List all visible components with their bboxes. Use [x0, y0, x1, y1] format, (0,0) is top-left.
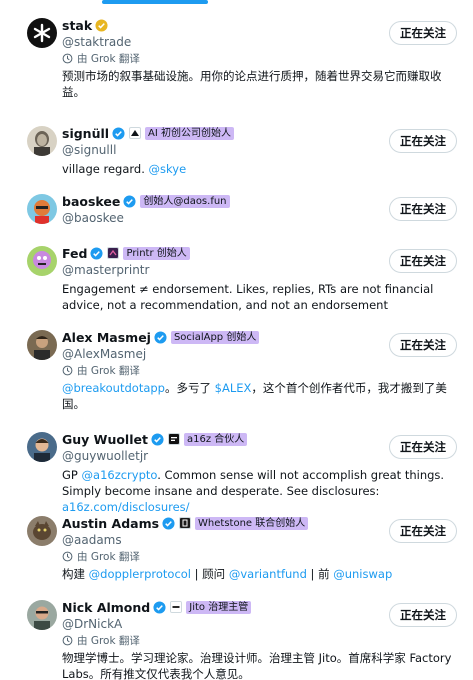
- following-list: stak @staktrade 由 Grok 翻译 预测市场的叙事基础设施。用你…: [0, 6, 473, 680]
- user-name[interactable]: Alex Masmej: [62, 330, 151, 345]
- grok-translate-note[interactable]: 由 Grok 翻译: [62, 51, 457, 66]
- active-tab-indicator: [102, 0, 208, 4]
- translate-icon: [62, 551, 73, 562]
- user-bio: 预测市场的叙事基础设施。用你的论点进行质押，随着世界交易它而赚取收益。: [62, 68, 457, 100]
- user-row-austin-adams[interactable]: Austin Adams Whetstone 联合创始人 @aadams 由 G…: [0, 504, 473, 588]
- blue-verified-icon: [162, 516, 175, 530]
- avatar[interactable]: [27, 18, 57, 48]
- user-name[interactable]: stak: [62, 18, 92, 33]
- user-row-baoskee[interactable]: baoskee 创始人@daos.fun @baoskee 正在关注: [0, 182, 473, 234]
- user-name[interactable]: Austin Adams: [62, 516, 159, 531]
- user-row-alex-masmej[interactable]: Alex Masmej SocialApp 创始人 @AlexMasmej 由 …: [0, 318, 473, 420]
- user-row-guy-wuollet[interactable]: Guy Wuollet a16z 合伙人 @guywuolletjr GP @a…: [0, 420, 473, 514]
- user-bio: 构建 @dopplerprotocol | 顾问 @variantfund | …: [62, 566, 457, 582]
- following-button[interactable]: 正在关注: [389, 333, 457, 357]
- blue-verified-icon: [123, 194, 136, 208]
- bio-text: 物理学博士。学习理论家。治理设计师。治理主管 Jito。首席科学家 Factor…: [62, 651, 452, 680]
- grok-translate-note[interactable]: 由 Grok 翻译: [62, 363, 457, 378]
- user-name[interactable]: baoskee: [62, 194, 120, 209]
- bio-cashtag-link[interactable]: $ALEX: [215, 381, 252, 395]
- affiliate-label[interactable]: 创始人@daos.fun: [140, 194, 230, 208]
- user-row-fed[interactable]: Fed Printr 创始人 @masterprintr Engagement …: [0, 234, 473, 318]
- translate-label: 由 Grok 翻译: [77, 635, 140, 647]
- affiliate-label[interactable]: SocialApp 创始人: [170, 330, 260, 344]
- bio-text: 预测市场的叙事基础设施。用你的论点进行质押，随着世界交易它而赚取收益。: [62, 69, 442, 99]
- user-bio: Engagement ≠ endorsement. Likes, replies…: [62, 281, 457, 313]
- following-button[interactable]: 正在关注: [389, 435, 457, 459]
- following-button[interactable]: 正在关注: [389, 21, 457, 45]
- blue-verified-icon: [154, 330, 167, 344]
- affiliate-label[interactable]: a16z 合伙人: [183, 432, 248, 446]
- user-name[interactable]: Nick Almond: [62, 600, 150, 615]
- bio-mention-link[interactable]: @breakoutdotapp: [62, 381, 165, 395]
- bio-mention-link[interactable]: @a16zcrypto: [82, 468, 158, 482]
- bio-text: Engagement ≠ endorsement. Likes, replies…: [62, 282, 434, 312]
- affiliate-label[interactable]: Jito 治理主管: [186, 600, 252, 614]
- affiliate-logo-icon: [170, 601, 183, 613]
- affiliate-logo-icon: [107, 247, 120, 259]
- bio-text: 。多亏了: [164, 381, 215, 395]
- avatar[interactable]: [27, 516, 57, 546]
- blue-verified-icon: [112, 126, 125, 140]
- bio-mention-link[interactable]: @uniswap: [333, 567, 392, 581]
- affiliate-logo-icon: [129, 127, 142, 139]
- affiliate-label[interactable]: Printr 创始人: [123, 246, 190, 260]
- user-bio: @breakoutdotapp。多亏了 $ALEX，这个首个创作者代币，我才搬到…: [62, 380, 457, 412]
- bio-text: village regard.: [62, 162, 149, 176]
- affiliate-logo-icon: [167, 433, 180, 445]
- following-button[interactable]: 正在关注: [389, 249, 457, 273]
- bio-mention-link[interactable]: @skye: [149, 162, 187, 176]
- translate-icon: [62, 53, 73, 64]
- translate-icon: [62, 635, 73, 646]
- user-row-stak[interactable]: stak @staktrade 由 Grok 翻译 预测市场的叙事基础设施。用你…: [0, 6, 473, 114]
- user-row-nick-almond[interactable]: Nick Almond Jito 治理主管 @DrNickA 由 Grok 翻译…: [0, 588, 473, 680]
- user-name[interactable]: signüll: [62, 126, 109, 141]
- translate-label: 由 Grok 翻译: [77, 365, 140, 377]
- following-button[interactable]: 正在关注: [389, 197, 457, 221]
- following-button[interactable]: 正在关注: [389, 603, 457, 627]
- translate-icon: [62, 365, 73, 376]
- user-bio: 物理学博士。学习理论家。治理设计师。治理主管 Jito。首席科学家 Factor…: [62, 650, 457, 680]
- user-row-signull[interactable]: signüll AI 初创公司创始人 @signulll village reg…: [0, 114, 473, 182]
- grok-translate-note[interactable]: 由 Grok 翻译: [62, 549, 457, 564]
- avatar[interactable]: [27, 246, 57, 276]
- bio-text: | 顾问: [191, 567, 229, 581]
- bio-text: 构建: [62, 567, 89, 581]
- affiliate-label[interactable]: AI 初创公司创始人: [145, 126, 235, 140]
- translate-label: 由 Grok 翻译: [77, 551, 140, 563]
- grok-translate-note[interactable]: 由 Grok 翻译: [62, 633, 457, 648]
- bio-text: | 前: [306, 567, 334, 581]
- avatar[interactable]: [27, 600, 57, 630]
- affiliate-label[interactable]: Whetstone 联合创始人: [195, 516, 309, 530]
- bio-mention-link[interactable]: @dopplerprotocol: [89, 567, 191, 581]
- avatar[interactable]: [27, 330, 57, 360]
- following-button[interactable]: 正在关注: [389, 129, 457, 153]
- bio-mention-link[interactable]: @variantfund: [229, 567, 307, 581]
- avatar[interactable]: [27, 432, 57, 462]
- gold-verified-icon: [95, 18, 108, 32]
- user-name[interactable]: Guy Wuollet: [62, 432, 148, 447]
- bio-text: GP: [62, 468, 82, 482]
- affiliate-logo-icon: [179, 517, 192, 529]
- blue-verified-icon: [90, 246, 104, 260]
- user-name[interactable]: Fed: [62, 246, 87, 261]
- avatar[interactable]: [27, 126, 57, 156]
- translate-label: 由 Grok 翻译: [77, 53, 140, 65]
- following-button[interactable]: 正在关注: [389, 519, 457, 543]
- blue-verified-icon: [151, 432, 164, 446]
- user-bio: village regard. @skye: [62, 161, 457, 177]
- avatar[interactable]: [27, 194, 57, 224]
- blue-verified-icon: [153, 600, 166, 614]
